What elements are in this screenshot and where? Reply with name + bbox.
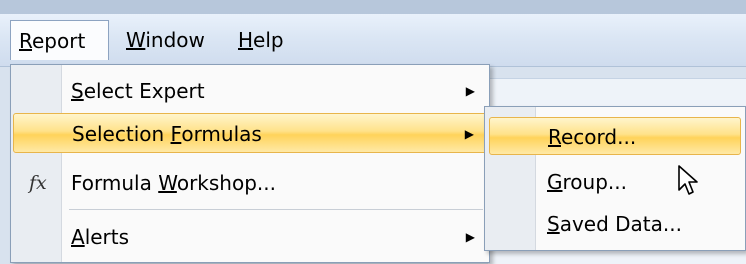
submenu-item-group-label: Group...: [547, 163, 627, 201]
submenu-item-record[interactable]: Record...: [489, 117, 741, 155]
submenu-item-group[interactable]: Group...: [489, 163, 741, 201]
saved-data-mnemonic: S: [547, 212, 560, 236]
menu-help[interactable]: Help: [230, 20, 300, 60]
menu-item-formula-workshop-label: Formula Workshop...: [71, 163, 276, 203]
select-expert-post: elect Expert: [83, 79, 205, 103]
submenu-item-saved-data-label: Saved Data...: [547, 205, 682, 243]
menu-item-select-expert-label: Select Expert: [71, 71, 205, 111]
menu-help-label: elp: [253, 28, 284, 52]
submenu-item-saved-data[interactable]: Saved Data...: [489, 205, 741, 243]
selection-formulas-post: ormulas: [181, 122, 262, 146]
fx-icon: fx: [29, 172, 47, 194]
triangle-right-icon: ▶: [465, 84, 475, 98]
record-mnemonic: R: [548, 125, 561, 149]
triangle-right-icon: ▶: [464, 127, 474, 141]
formula-workshop-post: orkshop...: [176, 171, 276, 195]
alerts-post: lerts: [84, 225, 130, 249]
menu-item-selection-formulas-label: Selection Formulas: [72, 114, 262, 154]
menu-report[interactable]: Report: [10, 20, 109, 60]
triangle-right-icon: ▶: [465, 230, 475, 244]
selection-formulas-mnemonic: F: [170, 122, 182, 146]
app-title-strip: [0, 0, 746, 14]
formula-workshop-mnemonic: W: [158, 171, 177, 195]
select-expert-mnemonic: S: [71, 79, 84, 103]
saved-data-post: aved Data...: [559, 212, 682, 236]
menu-window-label: indow: [145, 28, 205, 52]
menu-report-label: eport: [32, 29, 86, 53]
menu-item-alerts-label: Alerts: [71, 217, 129, 257]
menu-item-select-expert[interactable]: Select Expert ▶: [13, 71, 487, 111]
report-dropdown-menu: Select Expert ▶ Selection Formulas ▶ fx …: [10, 64, 490, 263]
mouse-pointer-icon: [677, 164, 701, 203]
menu-window-mnemonic: W: [126, 28, 146, 52]
menu-item-alerts[interactable]: Alerts ▶: [13, 217, 487, 257]
menu-item-formula-workshop[interactable]: fx Formula Workshop...: [13, 163, 487, 203]
record-post: ecord...: [561, 125, 637, 149]
selection-formulas-submenu: Record... Group... Saved Data...: [484, 106, 746, 251]
group-post: roup...: [562, 170, 627, 194]
menu-separator: [69, 209, 483, 210]
menu-window[interactable]: Window: [118, 20, 218, 60]
selection-formulas-pre: Selection: [72, 122, 171, 146]
menu-item-selection-formulas[interactable]: Selection Formulas ▶: [13, 113, 487, 153]
menu-bar: Report Window Help: [0, 14, 746, 67]
formula-workshop-pre: Formula: [71, 171, 159, 195]
menu-report-mnemonic: R: [19, 29, 32, 53]
menu-help-mnemonic: H: [238, 28, 254, 52]
group-mnemonic: G: [547, 170, 563, 194]
submenu-item-record-label: Record...: [548, 118, 636, 156]
alerts-mnemonic: A: [71, 225, 85, 249]
